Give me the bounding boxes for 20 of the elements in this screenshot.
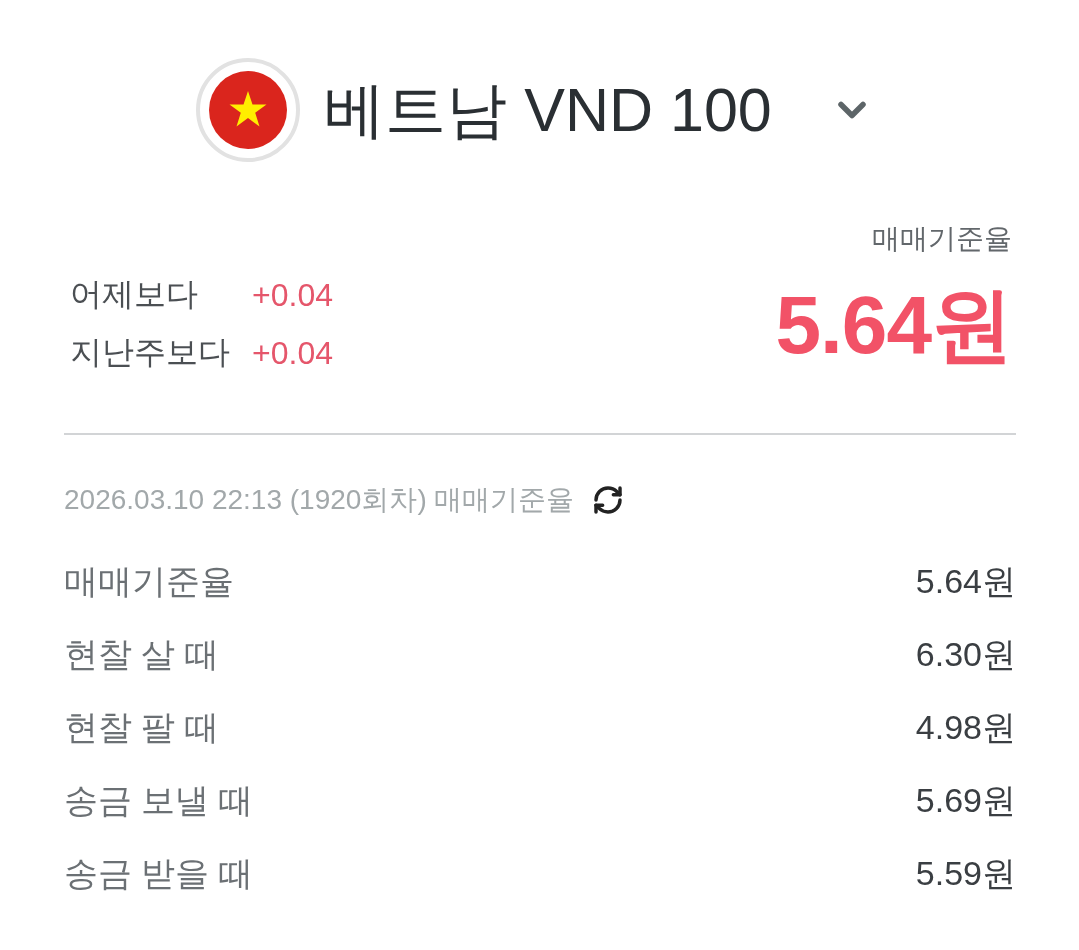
refresh-icon[interactable] [592,484,625,516]
exchange-rate-value: 5.64원 [775,280,1012,370]
rate-row-value: 5.64원 [915,560,1016,602]
change-value: +0.04 [252,276,333,314]
rate-row-value: 6.30원 [915,633,1016,675]
change-label: 지난주보다 [70,333,231,372]
rate-row-label: 송금 보낼 때 [64,779,253,821]
update-info-text: 2026.03.10 22:13 (1920회차) 매매기준율 [64,483,575,517]
rate-row-label: 매매기준율 [64,560,234,602]
rate-row-label: 현찰 살 때 [64,633,219,675]
rate-row-label: 현찰 팔 때 [64,706,219,748]
vietnam-flag-icon [196,58,301,162]
change-value: +0.04 [252,334,333,372]
rate-row-value: 4.98원 [915,706,1016,748]
rate-row-label: 송금 받을 때 [64,852,253,894]
rate-row-value: 5.69원 [915,779,1016,821]
currency-title: 베트남 VND 100 [324,79,772,141]
rate-row-value: 5.59원 [915,852,1016,894]
rate-label: 매매기준율 [872,222,1012,256]
change-label: 어제보다 [70,275,199,314]
